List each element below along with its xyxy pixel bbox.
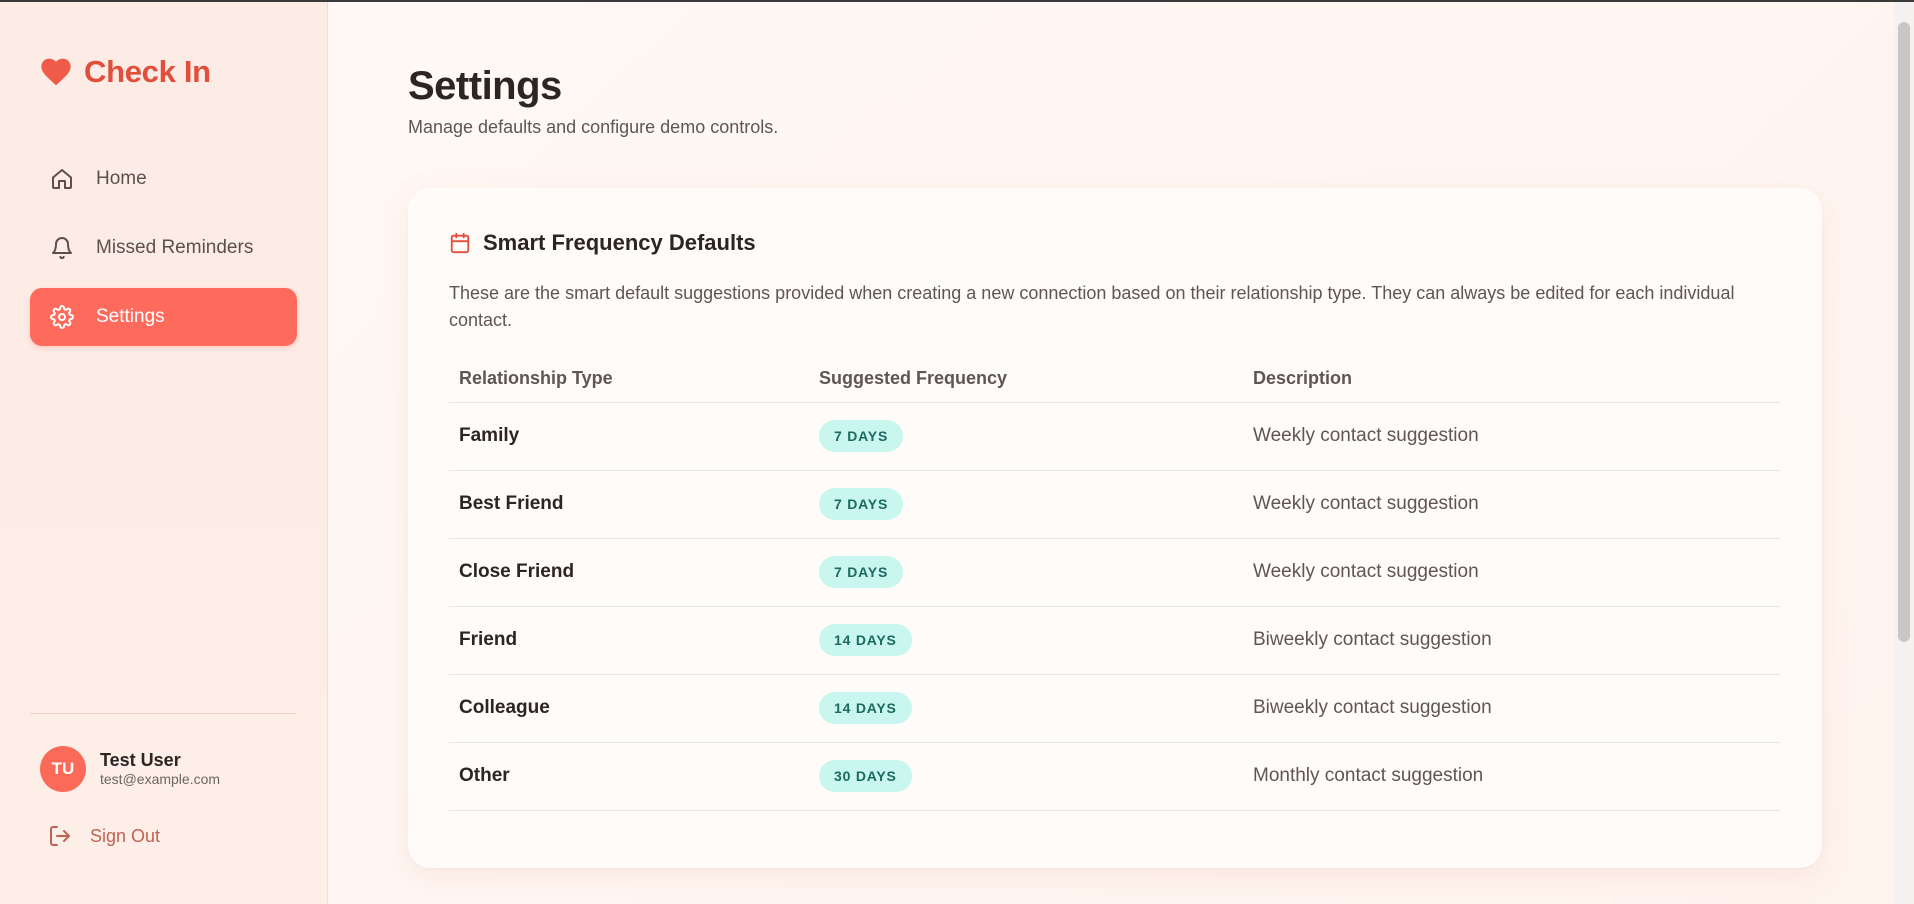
frequency-cell: 7 DAYS: [809, 470, 1243, 539]
smart-frequency-card: Smart Frequency Defaults These are the s…: [408, 188, 1822, 868]
frequency-cell: 14 DAYS: [809, 674, 1243, 743]
relationship-type-cell: Best Friend: [449, 470, 809, 539]
frequency-badge: 7 DAYS: [819, 488, 904, 520]
sidebar: Check In Home Missed Reminders Settings …: [0, 2, 328, 904]
page-subtitle: Manage defaults and configure demo contr…: [408, 117, 779, 137]
home-icon: [52, 169, 72, 189]
table-header-row: Relationship Type Suggested Frequency De…: [449, 356, 1780, 403]
app-name: Check In: [84, 54, 211, 89]
table-row: Colleague 14 DAYS Biweekly contact sugge…: [449, 674, 1780, 743]
description-cell: Weekly contact suggestion: [1243, 538, 1780, 607]
relationship-type-cell: Close Friend: [449, 538, 809, 607]
description-cell: Biweekly contact suggestion: [1243, 606, 1780, 675]
user-info: Test User test@example.com: [100, 750, 220, 788]
relationship-type-cell: Other: [449, 742, 809, 811]
sidebar-item-settings[interactable]: Settings: [30, 288, 297, 346]
description-cell: Weekly contact suggestion: [1243, 470, 1780, 539]
sidebar-item-label: Home: [96, 168, 147, 189]
frequency-badge: 30 DAYS: [819, 760, 912, 792]
description-cell: Biweekly contact suggestion: [1243, 674, 1780, 743]
frequency-badge: 14 DAYS: [819, 692, 912, 724]
app-root: Check In Home Missed Reminders Settings …: [0, 2, 1914, 904]
column-header-description: Description: [1243, 356, 1780, 403]
sidebar-item-label: Missed Reminders: [96, 237, 254, 258]
sidebar-item-home[interactable]: Home: [30, 150, 297, 208]
log-out-icon: [50, 826, 70, 846]
description-cell: Monthly contact suggestion: [1243, 742, 1780, 811]
table-row: Best Friend 7 DAYS Weekly contact sugges…: [449, 470, 1780, 539]
calendar-icon: [450, 232, 470, 254]
card-description: These are the smart default suggestions …: [449, 283, 1735, 330]
bell-icon: [52, 237, 72, 260]
page-title: Settings: [408, 64, 562, 108]
description-cell: Weekly contact suggestion: [1243, 402, 1780, 471]
sidebar-divider: [30, 713, 297, 714]
brand-logo[interactable]: Check In: [40, 54, 211, 90]
user-profile: TU Test User test@example.com: [40, 746, 220, 792]
frequency-table: Relationship Type Suggested Frequency De…: [449, 356, 1780, 811]
frequency-cell: 7 DAYS: [809, 402, 1243, 471]
page-scrollbar[interactable]: [1894, 2, 1914, 904]
table-row: Friend 14 DAYS Biweekly contact suggesti…: [449, 606, 1780, 675]
scrollbar-thumb[interactable]: [1898, 22, 1910, 642]
column-header-relationship-type: Relationship Type: [449, 356, 809, 403]
frequency-badge: 14 DAYS: [819, 624, 912, 656]
table-row: Other 30 DAYS Monthly contact suggestion: [449, 742, 1780, 811]
sign-out-label: Sign Out: [90, 825, 161, 846]
relationship-type-cell: Friend: [449, 606, 809, 675]
card-header: Smart Frequency Defaults: [449, 230, 756, 256]
frequency-cell: 7 DAYS: [809, 538, 1243, 607]
frequency-cell: 14 DAYS: [809, 606, 1243, 675]
frequency-cell: 30 DAYS: [809, 742, 1243, 811]
avatar: TU: [40, 746, 86, 792]
user-name: Test User: [100, 750, 181, 770]
sign-out-button[interactable]: Sign Out: [48, 824, 160, 848]
sidebar-item-label: Settings: [96, 306, 165, 327]
relationship-type-cell: Family: [449, 402, 809, 471]
main-content: Settings Manage defaults and configure d…: [328, 2, 1914, 904]
card-title: Smart Frequency Defaults: [483, 230, 756, 255]
relationship-type-cell: Colleague: [449, 674, 809, 743]
gear-icon: [50, 305, 74, 329]
table-row: Close Friend 7 DAYS Weekly contact sugge…: [449, 538, 1780, 607]
column-header-suggested-frequency: Suggested Frequency: [809, 356, 1243, 403]
sidebar-nav: Home Missed Reminders Settings: [30, 150, 297, 357]
frequency-badge: 7 DAYS: [819, 556, 904, 588]
frequency-badge: 7 DAYS: [819, 420, 904, 452]
user-email: test@example.com: [100, 771, 221, 787]
table-row: Family 7 DAYS Weekly contact suggestion: [449, 402, 1780, 471]
heart-icon: [41, 58, 71, 86]
sidebar-item-missed-reminders[interactable]: Missed Reminders: [30, 219, 297, 277]
